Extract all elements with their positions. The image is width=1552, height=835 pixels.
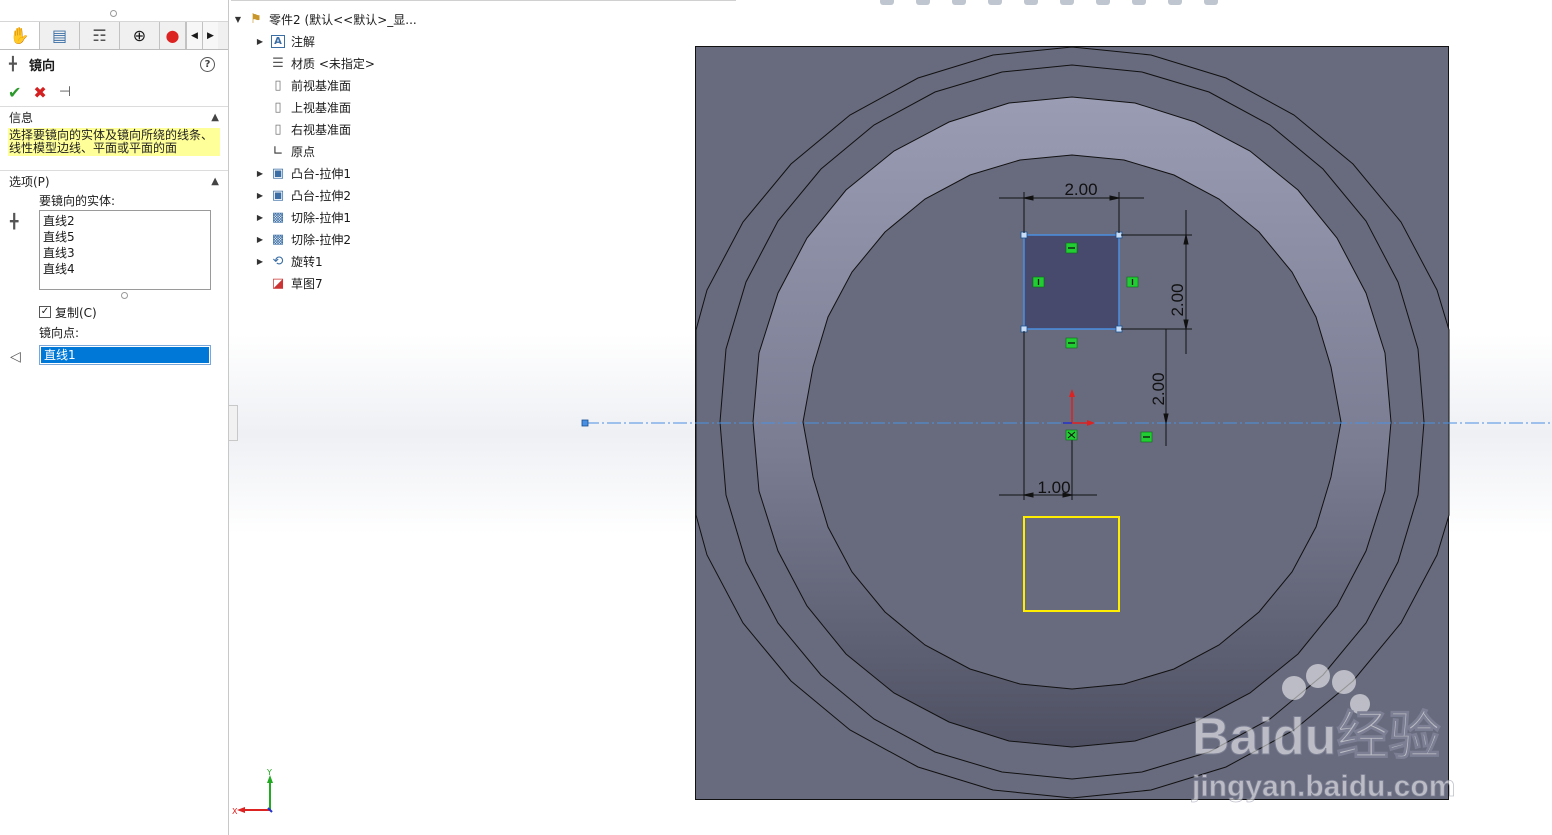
chevron-down-icon[interactable]: ▼ — [231, 15, 245, 24]
tree-item-label: 材质 <未指定> — [291, 56, 375, 71]
tree-item-front-plane[interactable]: ▯ 前视基准面 — [253, 74, 531, 96]
tree-item-label: 切除-拉伸2 — [291, 232, 351, 247]
vertical-relation-icon[interactable] — [1032, 276, 1045, 288]
watermark-brand: Baidu经验 — [1192, 708, 1440, 766]
dimension-top-value[interactable]: 2.00 — [1064, 180, 1097, 199]
centerline-endpoint[interactable] — [581, 419, 589, 427]
extrude-icon: ▣ — [271, 165, 285, 181]
dimension-bottom-value[interactable]: 1.00 — [1037, 478, 1070, 497]
dimension-right-upper-value[interactable]: 2.00 — [1168, 283, 1187, 316]
view-triad-icon — [237, 775, 273, 813]
horizontal-relation-icon[interactable] — [1065, 337, 1078, 349]
annotation-icon: A — [267, 32, 289, 50]
tree-item-origin[interactable]: ∟ 原点 — [253, 140, 531, 162]
tree-item-label: 草图7 — [291, 276, 323, 291]
tree-item-revolve1[interactable]: ▶ ⟲ 旋转1 — [253, 250, 531, 272]
tree-item-boss-extrude1[interactable]: ▶ ▣ 凸台-拉伸1 — [253, 162, 531, 184]
dimension-right-lower-value[interactable]: 2.00 — [1149, 372, 1168, 405]
horizontal-relation-icon[interactable] — [1140, 431, 1153, 443]
cut-icon: ▩ — [271, 231, 285, 247]
tree-root-label: 零件2 (默认<<默认>_显... — [269, 12, 417, 27]
tree-item-label: 原点 — [291, 144, 316, 159]
tree-item-material[interactable]: ☰ 材质 <未指定> — [253, 52, 531, 74]
origin-icon: ∟ — [272, 143, 284, 159]
tree-item-label: 前视基准面 — [291, 78, 352, 93]
axis-x-label: X — [232, 807, 238, 816]
chevron-right-icon[interactable]: ▶ — [253, 191, 267, 200]
tree-item-label: 凸台-拉伸2 — [291, 188, 351, 203]
tree-item-label: 旋转1 — [291, 254, 323, 269]
tree-item-right-plane[interactable]: ▯ 右视基准面 — [253, 118, 531, 140]
plane-icon: ▯ — [274, 99, 282, 115]
tree-item-label: 切除-拉伸1 — [291, 210, 351, 225]
tree-item-label: 凸台-拉伸1 — [291, 166, 351, 181]
material-icon: ☰ — [272, 55, 284, 71]
tree-item-annotations[interactable]: ▶ A 注解 — [253, 30, 531, 52]
tree-item-label: 右视基准面 — [291, 122, 352, 137]
tree-item-cut-extrude1[interactable]: ▶ ▩ 切除-拉伸1 — [253, 206, 531, 228]
vertical-relation-icon[interactable] — [1126, 276, 1139, 288]
cut-icon: ▩ — [271, 209, 285, 225]
watermark-url: jingyan.baidu.com — [1191, 770, 1455, 803]
plane-icon: ▯ — [274, 121, 282, 137]
tree-item-cut-extrude2[interactable]: ▶ ▩ 切除-拉伸2 — [253, 228, 531, 250]
feature-tree: ▼ ⚑ 零件2 (默认<<默认>_显... ▶ A 注解 ☰ 材质 <未指定> … — [231, 8, 531, 294]
chevron-right-icon[interactable]: ▶ — [253, 257, 267, 266]
tree-root-part[interactable]: ▼ ⚑ 零件2 (默认<<默认>_显... — [231, 8, 531, 30]
tree-item-sketch7[interactable]: ◪ 草图7 — [253, 272, 531, 294]
tree-item-boss-extrude2[interactable]: ▶ ▣ 凸台-拉伸2 — [253, 184, 531, 206]
horizontal-relation-icon[interactable] — [1065, 242, 1078, 254]
tree-item-label: 上视基准面 — [291, 100, 352, 115]
plane-icon: ▯ — [274, 77, 282, 93]
tree-item-top-plane[interactable]: ▯ 上视基准面 — [253, 96, 531, 118]
part-icon: ⚑ — [250, 11, 262, 27]
revolve-icon: ⟲ — [272, 253, 284, 269]
extrude-icon: ▣ — [271, 187, 285, 203]
chevron-right-icon[interactable]: ▶ — [253, 169, 267, 178]
chevron-right-icon[interactable]: ▶ — [253, 37, 267, 46]
chevron-right-icon[interactable]: ▶ — [253, 235, 267, 244]
tree-item-label: 注解 — [291, 34, 316, 49]
sketch-icon: ◪ — [271, 275, 285, 291]
axis-y-label: Y — [266, 768, 272, 777]
chevron-right-icon[interactable]: ▶ — [253, 213, 267, 222]
